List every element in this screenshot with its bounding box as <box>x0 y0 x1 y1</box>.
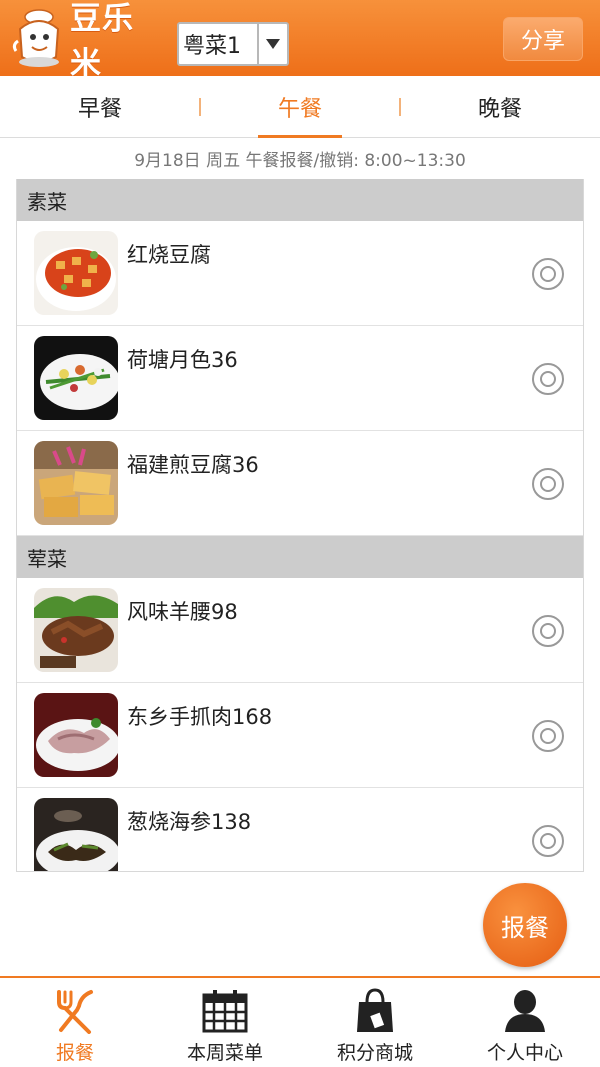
dish-thumbnail <box>34 441 118 525</box>
dish-row[interactable]: 荷塘月色36 <box>17 326 583 431</box>
dish-row[interactable]: 葱烧海参138 <box>17 788 583 871</box>
share-button[interactable]: 分享 <box>503 17 583 61</box>
nav-item-weekly-menu[interactable]: 本周菜单 <box>150 978 300 1067</box>
select-radio-icon[interactable] <box>531 824 565 858</box>
dropdown-arrow-icon <box>257 24 287 64</box>
nav-label: 积分商城 <box>336 1042 413 1064</box>
select-radio-icon[interactable] <box>531 257 565 291</box>
cuisine-selected-value: 粤菜1 <box>183 34 241 59</box>
dish-row[interactable]: 东乡手抓肉168 <box>17 683 583 788</box>
calendar-icon <box>201 988 249 1034</box>
tab-divider <box>399 98 401 116</box>
app-logo: 豆乐米 <box>10 1 165 82</box>
dish-name: 福建煎豆腐36 <box>127 453 259 477</box>
tab-lunch[interactable]: 午餐 <box>200 76 400 138</box>
nav-item-points-mall[interactable]: 积分商城 <box>300 978 450 1067</box>
category-header-meat: 荤菜 <box>17 536 583 578</box>
mascot-icon <box>10 7 68 69</box>
dish-thumbnail <box>34 693 118 777</box>
category-header-vegetarian: 素菜 <box>17 179 583 221</box>
dish-row[interactable]: 风味羊腰98 <box>17 578 583 683</box>
dish-thumbnail <box>34 336 118 420</box>
active-tab-indicator <box>258 135 342 138</box>
nav-item-order[interactable]: 报餐 <box>0 978 150 1067</box>
tab-divider <box>199 98 201 116</box>
dish-name: 红烧豆腐 <box>127 243 211 267</box>
select-radio-icon[interactable] <box>531 614 565 648</box>
meal-tabs: 早餐 午餐 晚餐 <box>0 76 600 138</box>
select-radio-icon[interactable] <box>531 467 565 501</box>
dish-thumbnail <box>34 798 118 871</box>
fork-knife-icon <box>51 988 99 1034</box>
tab-dinner[interactable]: 晚餐 <box>400 76 600 138</box>
dish-thumbnail <box>34 588 118 672</box>
dish-name: 葱烧海参138 <box>127 810 252 834</box>
dish-name: 荷塘月色36 <box>127 348 238 372</box>
dish-name: 风味羊腰98 <box>127 600 238 624</box>
select-radio-icon[interactable] <box>531 362 565 396</box>
app-header: 豆乐米 粤菜1 分享 <box>0 0 600 82</box>
shopping-bag-icon <box>351 988 399 1034</box>
dish-row[interactable]: 福建煎豆腐36 <box>17 431 583 536</box>
select-radio-icon[interactable] <box>531 719 565 753</box>
person-icon <box>501 988 549 1034</box>
tab-breakfast[interactable]: 早餐 <box>0 76 200 138</box>
nav-label: 个人中心 <box>486 1042 563 1064</box>
nav-item-profile[interactable]: 个人中心 <box>450 978 600 1067</box>
dish-thumbnail <box>34 231 118 315</box>
meal-date-info: 9月18日 周五 午餐报餐/撤销: 8:00~13:30 <box>134 151 466 171</box>
dish-list[interactable]: 素菜 红烧豆腐 荷塘月色36 福建煎豆腐36 荤菜 风味羊腰98 东乡手抓肉16… <box>16 179 584 872</box>
logo-text: 豆乐米 <box>70 1 134 82</box>
nav-label: 报餐 <box>55 1042 94 1064</box>
dish-name: 东乡手抓肉168 <box>127 705 273 729</box>
cuisine-dropdown[interactable]: 粤菜1 <box>177 22 289 66</box>
nav-label: 本周菜单 <box>186 1042 263 1064</box>
order-meal-button[interactable]: 报餐 <box>483 883 567 967</box>
dish-row[interactable]: 红烧豆腐 <box>17 221 583 326</box>
bottom-nav: 报餐 本周菜单 积分商城 个人中心 <box>0 976 600 1067</box>
